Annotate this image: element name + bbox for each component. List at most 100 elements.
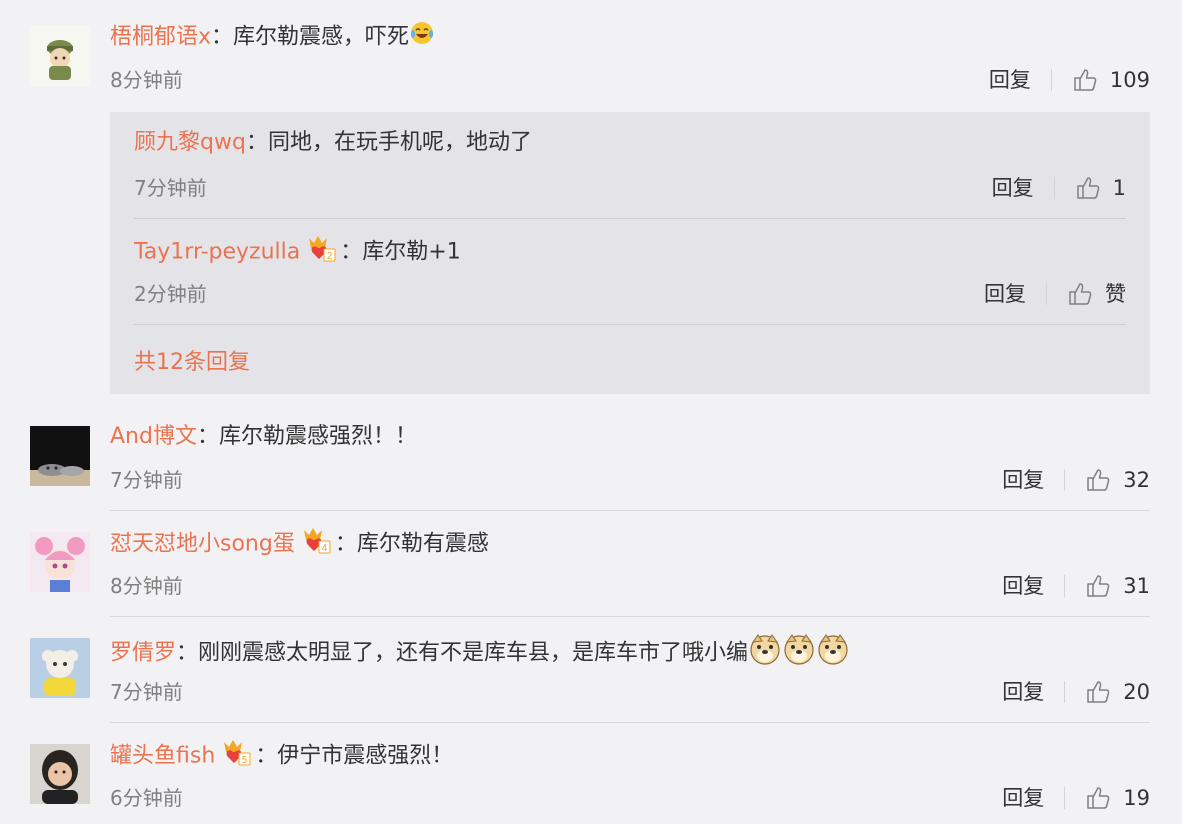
like-count: 32 bbox=[1123, 468, 1150, 492]
reply-actions: 回复 1 bbox=[992, 174, 1126, 202]
comment-item: 罐头鱼fish 5 ：伊宁市震感强烈！ 6分钟前 回复 19 bbox=[0, 728, 1182, 824]
reply-button[interactable]: 回复 bbox=[989, 66, 1031, 94]
username-link[interactable]: 顾九黎qwq bbox=[134, 130, 246, 155]
like-button[interactable]: 赞 bbox=[1067, 280, 1126, 308]
like-button[interactable]: 19 bbox=[1085, 784, 1150, 812]
divider bbox=[134, 324, 1126, 325]
like-count: 19 bbox=[1123, 786, 1150, 810]
member-badge-icon: 4 bbox=[301, 526, 331, 563]
separator: ： bbox=[255, 743, 278, 769]
reply-button[interactable]: 回复 bbox=[1002, 784, 1044, 812]
comment-text: 库尔勒震感强烈！！ bbox=[218, 424, 417, 449]
divider bbox=[110, 510, 1150, 511]
doge-emoji-icon bbox=[816, 632, 850, 675]
like-button[interactable]: 20 bbox=[1085, 678, 1150, 706]
separator: ： bbox=[196, 424, 219, 449]
avatar[interactable] bbox=[30, 532, 90, 592]
timestamp: 8分钟前 bbox=[110, 574, 183, 598]
action-divider bbox=[1046, 283, 1047, 305]
avatar[interactable] bbox=[30, 426, 90, 486]
timestamp: 7分钟前 bbox=[134, 176, 207, 200]
like-button[interactable]: 32 bbox=[1085, 466, 1150, 494]
comment-content: 罗倩罗：刚刚震感太明显了，还有不是库车县，是库车市了哦小编 bbox=[110, 632, 850, 675]
thumbs-up-icon bbox=[1069, 283, 1092, 305]
comment-item: 罗倩罗：刚刚震感太明显了，还有不是库车县，是库车市了哦小编 7分钟前 回复 20 bbox=[0, 622, 1182, 723]
comment-content: 罐头鱼fish 5 ：伊宁市震感强烈！ bbox=[110, 738, 453, 775]
comment-item: 梧桐郁语x：库尔勒震感，吓死 8分钟前 回复 109 顾九黎qwq：同地，在玩手… bbox=[0, 0, 1182, 394]
comment-actions: 回复 109 bbox=[989, 66, 1150, 94]
action-divider bbox=[1053, 177, 1055, 199]
username-link[interactable]: 怼天怼地小song蛋 bbox=[110, 532, 295, 557]
separator: ： bbox=[245, 130, 268, 155]
username-link[interactable]: 梧桐郁语x bbox=[110, 25, 211, 50]
separator: ： bbox=[176, 640, 199, 666]
timestamp: 6分钟前 bbox=[110, 786, 183, 810]
action-divider bbox=[1064, 469, 1066, 491]
laugh-cry-emoji-icon bbox=[409, 20, 435, 55]
like-button[interactable]: 31 bbox=[1085, 572, 1150, 600]
reply-actions: 回复 赞 bbox=[984, 280, 1126, 308]
thumbs-up-icon bbox=[1076, 177, 1099, 199]
like-button[interactable]: 109 bbox=[1072, 66, 1150, 94]
more-replies-link[interactable]: 共12条回复 bbox=[134, 344, 250, 376]
timestamp: 8分钟前 bbox=[110, 68, 183, 92]
divider bbox=[110, 616, 1150, 617]
reply-text: 库尔勒+1 bbox=[362, 239, 461, 265]
action-divider bbox=[1064, 681, 1066, 703]
comment-item: 怼天怼地小song蛋 4 ：库尔勒有震感 8分钟前 回复 31 bbox=[0, 516, 1182, 617]
member-badge-icon: 2 bbox=[306, 234, 336, 271]
avatar[interactable] bbox=[30, 638, 90, 698]
reply-button[interactable]: 回复 bbox=[1002, 466, 1044, 494]
comment-actions: 回复 19 bbox=[1002, 784, 1150, 812]
timestamp: 7分钟前 bbox=[110, 468, 183, 492]
username-link[interactable]: Tay1rr-peyzulla bbox=[134, 240, 300, 265]
avatar[interactable] bbox=[30, 744, 90, 804]
username-link[interactable]: 罗倩罗 bbox=[110, 641, 176, 666]
avatar[interactable] bbox=[30, 26, 90, 86]
reply-content: 顾九黎qwq：同地，在玩手机呢，地动了 bbox=[134, 128, 532, 158]
action-divider bbox=[1064, 575, 1066, 597]
comment-text: 库尔勒有震感 bbox=[356, 531, 489, 557]
divider bbox=[110, 722, 1150, 723]
reply-button[interactable]: 回复 bbox=[992, 174, 1034, 202]
separator: ： bbox=[211, 24, 234, 50]
svg-text:2: 2 bbox=[327, 251, 333, 262]
like-button[interactable]: 1 bbox=[1075, 174, 1126, 202]
comment-content: And博文：库尔勒震感强烈！！ bbox=[110, 422, 417, 452]
thumbs-up-icon bbox=[1074, 69, 1097, 91]
comment-actions: 回复 20 bbox=[1002, 678, 1150, 706]
action-divider bbox=[1064, 787, 1066, 809]
thumbs-up-icon bbox=[1087, 787, 1110, 809]
comment-actions: 回复 31 bbox=[1002, 572, 1150, 600]
separator: ： bbox=[334, 531, 357, 557]
like-count: 31 bbox=[1123, 574, 1150, 598]
doge-emoji-icon bbox=[748, 632, 782, 675]
svg-text:4: 4 bbox=[322, 543, 328, 554]
username-link[interactable]: 罐头鱼fish bbox=[110, 744, 215, 769]
comment-content: 梧桐郁语x：库尔勒震感，吓死 bbox=[110, 20, 435, 55]
reply-thread: 顾九黎qwq：同地，在玩手机呢，地动了 7分钟前 回复 1 Tay1rr-pey… bbox=[110, 112, 1150, 394]
reply-button[interactable]: 回复 bbox=[984, 280, 1026, 308]
like-count: 1 bbox=[1112, 176, 1126, 200]
reply-button[interactable]: 回复 bbox=[1002, 678, 1044, 706]
member-badge-icon: 5 bbox=[221, 738, 251, 775]
divider bbox=[134, 218, 1126, 219]
like-label: 赞 bbox=[1105, 282, 1126, 306]
comment-content: 怼天怼地小song蛋 4 ：库尔勒有震感 bbox=[110, 526, 489, 563]
svg-text:5: 5 bbox=[242, 755, 248, 766]
like-count: 109 bbox=[1109, 68, 1150, 92]
comment-text: 刚刚震感太明显了，还有不是库车县，是库车市了哦小编 bbox=[198, 640, 749, 666]
separator: ： bbox=[340, 239, 363, 265]
comment-text: 库尔勒震感，吓死 bbox=[233, 24, 410, 50]
like-count: 20 bbox=[1123, 680, 1150, 704]
reply-button[interactable]: 回复 bbox=[1002, 572, 1044, 600]
thumbs-up-icon bbox=[1087, 575, 1110, 597]
reply-content: Tay1rr-peyzulla 2 ：库尔勒+1 bbox=[134, 234, 461, 271]
comment-text: 伊宁市震感强烈！ bbox=[277, 743, 454, 769]
thumbs-up-icon bbox=[1087, 469, 1110, 491]
timestamp: 2分钟前 bbox=[134, 282, 207, 306]
username-link[interactable]: And博文 bbox=[110, 424, 197, 449]
timestamp: 7分钟前 bbox=[110, 680, 183, 704]
reply-text: 同地，在玩手机呢，地动了 bbox=[267, 130, 532, 155]
action-divider bbox=[1050, 69, 1052, 91]
